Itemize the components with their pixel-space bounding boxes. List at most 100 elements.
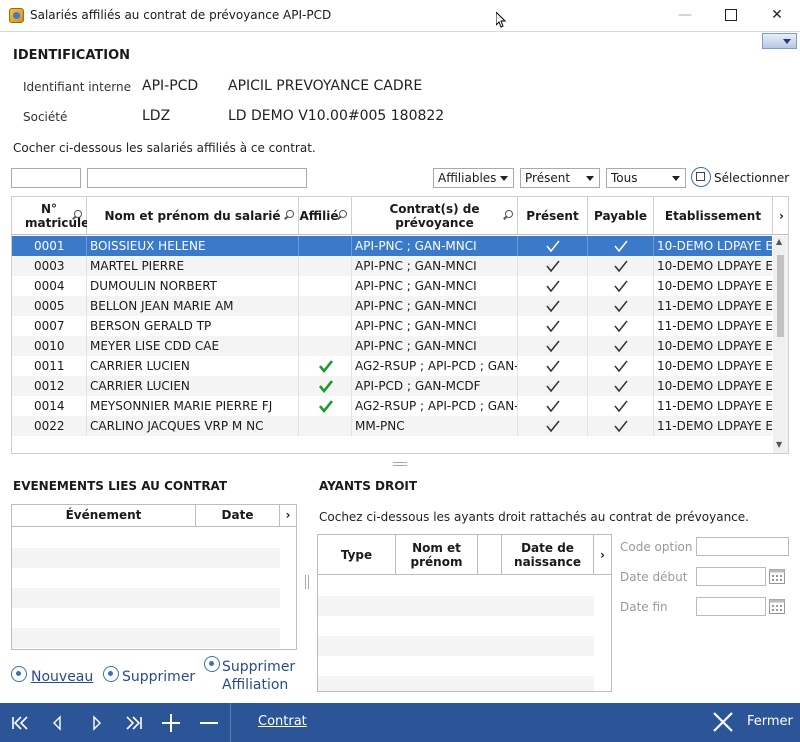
cell-present[interactable] [518,276,588,296]
cell-affilie[interactable] [299,336,352,356]
cell-present[interactable] [518,356,588,376]
date-start-input[interactable] [696,567,766,586]
event-row[interactable] [12,588,280,608]
first-record-button[interactable] [2,703,40,742]
beneficiary-row[interactable] [318,576,594,596]
cell-payable[interactable] [588,296,654,316]
employee-row[interactable]: 0014 MEYSONNIER MARIE PIERRE FJ AG2-RSUP ;… [12,396,773,416]
new-icon[interactable] [11,666,27,682]
present-filter-select[interactable]: Présent [520,168,600,188]
add-record-button[interactable] [152,703,190,742]
minimize-button[interactable]: — [662,0,708,31]
cell-payable[interactable] [588,416,654,436]
scroll-right-icon[interactable]: › [280,505,296,527]
cell-payable[interactable] [588,256,654,276]
employee-row[interactable]: 0010 MEYER LISE CDD CAE API-PNC ; GAN-MNCI… [12,336,773,356]
search-icon[interactable] [286,210,294,218]
close-window-button[interactable]: ✕ [754,0,800,31]
horizontal-splitter[interactable] [393,462,407,466]
cell-affilie[interactable] [299,396,352,416]
cell-payable[interactable] [588,356,654,376]
panel-toggle-button[interactable] [762,33,797,49]
beneficiary-row[interactable] [318,636,594,656]
employee-row[interactable]: 0011 CARRIER LUCIEN AG2-RSUP ; API-PCD ; G… [12,356,773,376]
employee-row[interactable]: 0003 MARTEL PIERRE API-PNC ; GAN-MNCI 10-DE… [12,256,773,276]
search-icon[interactable] [505,210,513,218]
name-filter-input[interactable] [87,168,307,188]
cell-present[interactable] [518,416,588,436]
scroll-right-icon[interactable]: › [594,535,611,575]
employee-row[interactable]: 0004 DUMOULIN NORBERT API-PNC ; GAN-MNCI 10… [12,276,773,296]
col-name[interactable]: Nom et prénom du salarié [87,197,299,235]
calendar-icon[interactable] [769,598,785,614]
employee-row[interactable]: 0001 BOISSIEUX HELENE API-PNC ; GAN-MNCI 10… [12,236,773,256]
cell-present[interactable] [518,296,588,316]
cell-present[interactable] [518,236,588,256]
col-affilie[interactable]: Affilié [299,197,352,235]
last-record-button[interactable] [114,703,152,742]
employee-row[interactable]: 0012 CARRIER LUCIEN API-PCD ; GAN-MCDF 10-D… [12,376,773,396]
cell-present[interactable] [518,336,588,356]
search-icon[interactable] [339,210,347,218]
cell-affilie[interactable] [299,276,352,296]
status-filter-select[interactable]: Tous [606,168,686,188]
employees-grid[interactable]: N° matricule Nom et prénom du salarié Af… [11,196,789,454]
delete-icon[interactable] [103,666,119,682]
event-row[interactable] [12,548,280,568]
col-contrats[interactable]: Contrat(s) de prévoyance [352,197,518,235]
delete-affiliation-button[interactable]: Supprimer [222,659,295,675]
calendar-icon[interactable] [769,568,785,584]
col-matricule[interactable]: N° matricule [12,197,89,235]
vertical-splitter[interactable] [305,575,309,589]
event-row[interactable] [12,628,280,648]
delete-affiliation-icon[interactable] [204,656,220,672]
beneficiary-row[interactable] [318,676,594,691]
col-payable[interactable]: Payable [588,197,654,235]
cell-present[interactable] [518,396,588,416]
maximize-button[interactable] [708,0,754,31]
cell-present[interactable] [518,376,588,396]
matricule-filter-input[interactable] [11,168,81,188]
employee-row[interactable]: 0007 BERSON GERALD TP API-PNC ; GAN-MNCI 11… [12,316,773,336]
col-present[interactable]: Présent [518,197,588,235]
select-all-button[interactable]: Sélectionner [714,171,789,185]
cell-affilie[interactable] [299,296,352,316]
cell-payable[interactable] [588,396,654,416]
beneficiary-row[interactable] [318,596,594,616]
cell-payable[interactable] [588,316,654,336]
scroll-up-icon[interactable]: ▲ [776,237,782,246]
employee-row[interactable]: 0022 CARLINO JACQUES VRP M NC MM-PNC 11-DEM… [12,416,773,436]
affiliable-filter-select[interactable]: Affiliables [433,168,514,188]
close-button[interactable]: Fermer [747,714,793,729]
cell-present[interactable] [518,256,588,276]
event-row[interactable] [12,608,280,628]
scrollbar-thumb[interactable] [777,255,784,337]
close-icon[interactable] [712,711,734,733]
cell-affilie[interactable] [299,416,352,436]
cell-affilie[interactable] [299,316,352,336]
cell-affilie[interactable] [299,236,352,256]
scroll-right-icon[interactable]: › [773,197,788,235]
delete-affiliation-button-line2[interactable]: Affiliation [222,677,288,693]
col-etablissement[interactable]: Etablissement [654,197,773,235]
cell-payable[interactable] [588,236,654,256]
new-event-button[interactable]: Nouveau [31,669,93,685]
select-radio-icon[interactable] [691,167,711,187]
beneficiary-row[interactable] [318,656,594,676]
search-icon[interactable] [74,210,82,218]
col-type[interactable]: Type [318,535,396,575]
cell-payable[interactable] [588,376,654,396]
beneficiaries-grid[interactable]: Type Nom et prénom Date de naissance › [317,534,612,692]
cell-present[interactable] [518,316,588,336]
event-row[interactable] [12,568,280,588]
col-event[interactable]: Événement [12,505,196,527]
scroll-down-icon[interactable]: ▼ [776,440,782,449]
delete-event-button[interactable]: Supprimer [122,669,195,685]
col-birth-date[interactable]: Date de naissance [502,535,594,575]
col-beneficiary-name[interactable]: Nom et prénom [396,535,478,575]
cell-affilie[interactable] [299,256,352,276]
events-grid[interactable]: Événement Date › [11,504,297,650]
code-option-input[interactable] [696,537,789,556]
event-row[interactable] [12,528,280,548]
cell-payable[interactable] [588,276,654,296]
